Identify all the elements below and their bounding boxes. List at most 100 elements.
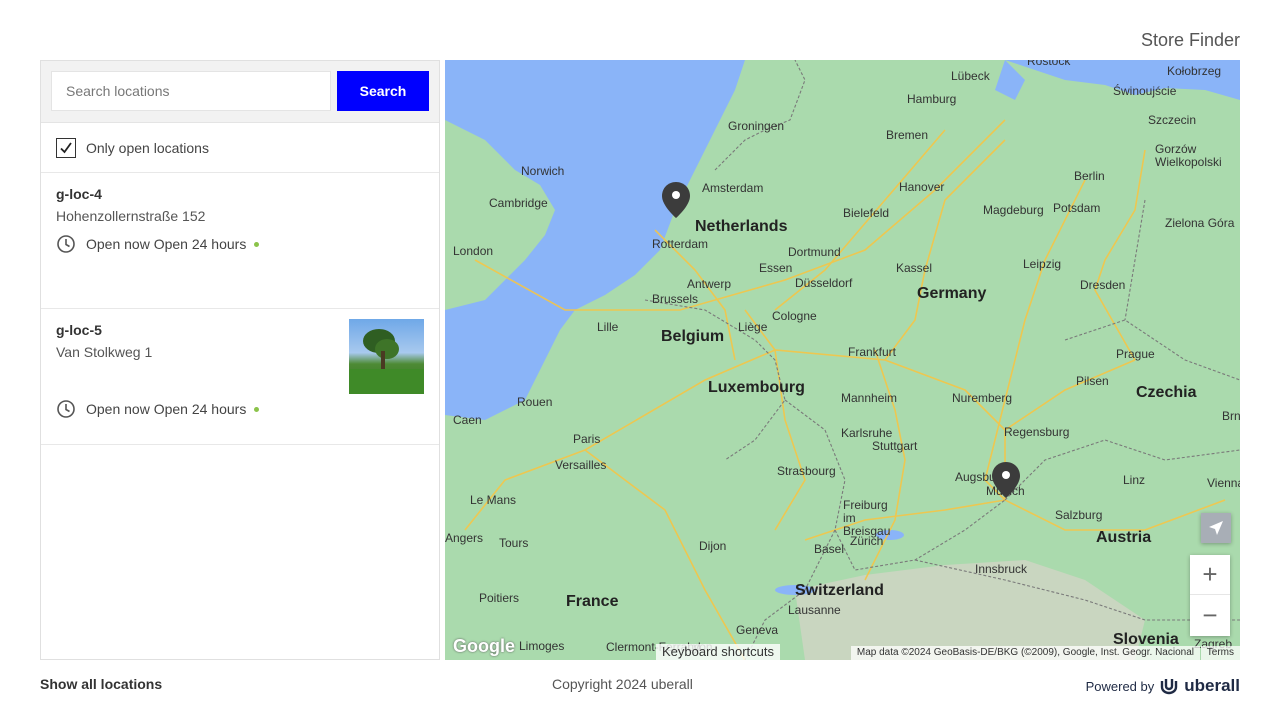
google-logo[interactable]: Google [453,636,515,657]
location-address: Hohenzollernstraße 152 [56,208,206,224]
map-city: Strasbourg [777,464,836,478]
map-city: Innsbruck [975,562,1028,576]
uberall-brand: uberall [1184,676,1240,695]
map-city: Gorzów Wielkopolski [1155,142,1222,169]
map-city: Antwerp [687,277,732,291]
map-city: Paris [573,432,601,446]
location-item[interactable]: g-loc-5 Van Stolkweg 1 Open now Open 24 … [41,309,439,445]
map-city: Rostock [1027,60,1071,68]
zoom-out-button[interactable]: − [1190,595,1230,635]
powered-by-label: Powered by [1085,678,1155,694]
map-city: Mannheim [841,391,898,405]
map-city: Świnoujście [1113,84,1177,98]
map-city: Zielona Góra [1165,216,1235,230]
map-city: Düsseldorf [795,276,853,290]
map-city: Dijon [699,539,727,553]
map-city: Stuttgart [872,439,918,453]
map-label-belgium: Belgium [661,328,725,345]
map-city: Versailles [555,458,607,472]
map-label-netherlands: Netherlands [695,218,788,235]
map-city: Leipzig [1023,257,1062,271]
map-label-austria: Austria [1096,529,1152,546]
map-city: Salzburg [1055,508,1103,522]
show-all-locations-link[interactable]: Show all locations [40,676,162,692]
map-city: Szczecin [1148,113,1197,127]
map-city: Amsterdam [702,181,764,195]
map-pin-munich[interactable] [991,461,1021,499]
map-city: Liège [738,320,768,334]
map-city: Berlin [1074,169,1105,183]
map-city: Rotterdam [652,237,709,251]
hours-text: Open now Open 24 hours [86,236,247,252]
search-bar: Search [41,61,439,123]
map[interactable]: Netherlands Belgium Luxembourg Germany F… [445,60,1240,660]
uberall-logo-icon [1161,679,1178,695]
map-city: Lausanne [788,603,841,617]
map-city: Hanover [899,180,945,194]
map-city: Regensburg [1004,425,1070,439]
map-label-germany: Germany [917,285,987,302]
open-status-dot [254,241,260,247]
keyboard-shortcuts-link[interactable]: Keyboard shortcuts [655,644,780,660]
map-city: Kassel [896,261,933,275]
map-city: Zürich [850,534,884,548]
map-city: Geneva [736,623,779,637]
clock-icon [57,400,75,418]
map-label-france: France [566,593,619,610]
map-city: Kołobrzeg [1167,64,1222,78]
navigation-arrow-icon [1209,521,1223,535]
map-pin-amsterdam[interactable] [661,181,691,219]
location-item[interactable]: g-loc-4 Hohenzollernstraße 152 Open now … [41,173,439,309]
map-city: Frankfurt [848,345,897,359]
map-city: Bielefeld [843,206,890,220]
location-hours: Open now Open 24 hours [56,399,424,419]
zoom-control: + − [1190,555,1230,636]
map-city: Linz [1123,473,1146,487]
map-city: Pilsen [1076,374,1109,388]
map-city: Angers [445,531,484,545]
terms-link[interactable]: Terms [1200,646,1240,660]
map-city: Dortmund [788,245,841,259]
map-city: Poitiers [479,591,520,605]
map-label-czechia: Czechia [1136,384,1197,401]
map-city: Basel [814,542,845,556]
location-photo[interactable] [349,319,424,394]
hours-text: Open now Open 24 hours [86,401,247,417]
map-city: London [453,244,494,258]
location-name[interactable]: g-loc-4 [56,186,424,202]
map-city: Dresden [1080,278,1126,292]
map-label-switzerland: Switzerland [795,582,884,599]
map-city: Tours [499,536,529,550]
locations-sidebar: Search Only open locations g-loc-4 Hohen… [40,60,440,660]
map-city: Nuremberg [952,391,1013,405]
map-city: Brno [1222,409,1240,423]
map-city: Limoges [519,639,565,653]
copyright-text: Copyright 2024 uberall [552,676,693,692]
map-city: Karlsruhe [841,426,893,440]
map-city: Cambridge [489,196,548,210]
map-city: Caen [453,413,482,427]
clock-icon [57,235,75,253]
map-city: Bremen [886,128,929,142]
open-locations-checkbox[interactable] [56,137,76,158]
my-location-button[interactable] [1201,513,1231,543]
open-locations-label: Only open locations [86,139,209,156]
map-city: Freiburg im Breisgau [843,498,891,538]
map-city: Essen [759,261,793,275]
map-city: Lübeck [951,69,990,83]
powered-by[interactable]: Powered by uberall [1086,676,1240,696]
open-status-dot [254,406,260,412]
map-city: Vienna [1207,476,1240,490]
map-city: Hamburg [907,92,957,106]
map-city: Brussels [652,292,699,306]
open-filter-row[interactable]: Only open locations [41,123,439,173]
search-button[interactable]: Search [337,71,429,111]
map-city: Norwich [521,164,565,178]
checkmark-icon [60,141,72,153]
map-city: Le Mans [470,493,517,507]
map-city: Cologne [772,309,817,323]
search-input[interactable] [51,71,331,111]
map-city: Groningen [728,119,785,133]
map-city: Lille [597,320,619,334]
zoom-in-button[interactable]: + [1190,555,1230,595]
